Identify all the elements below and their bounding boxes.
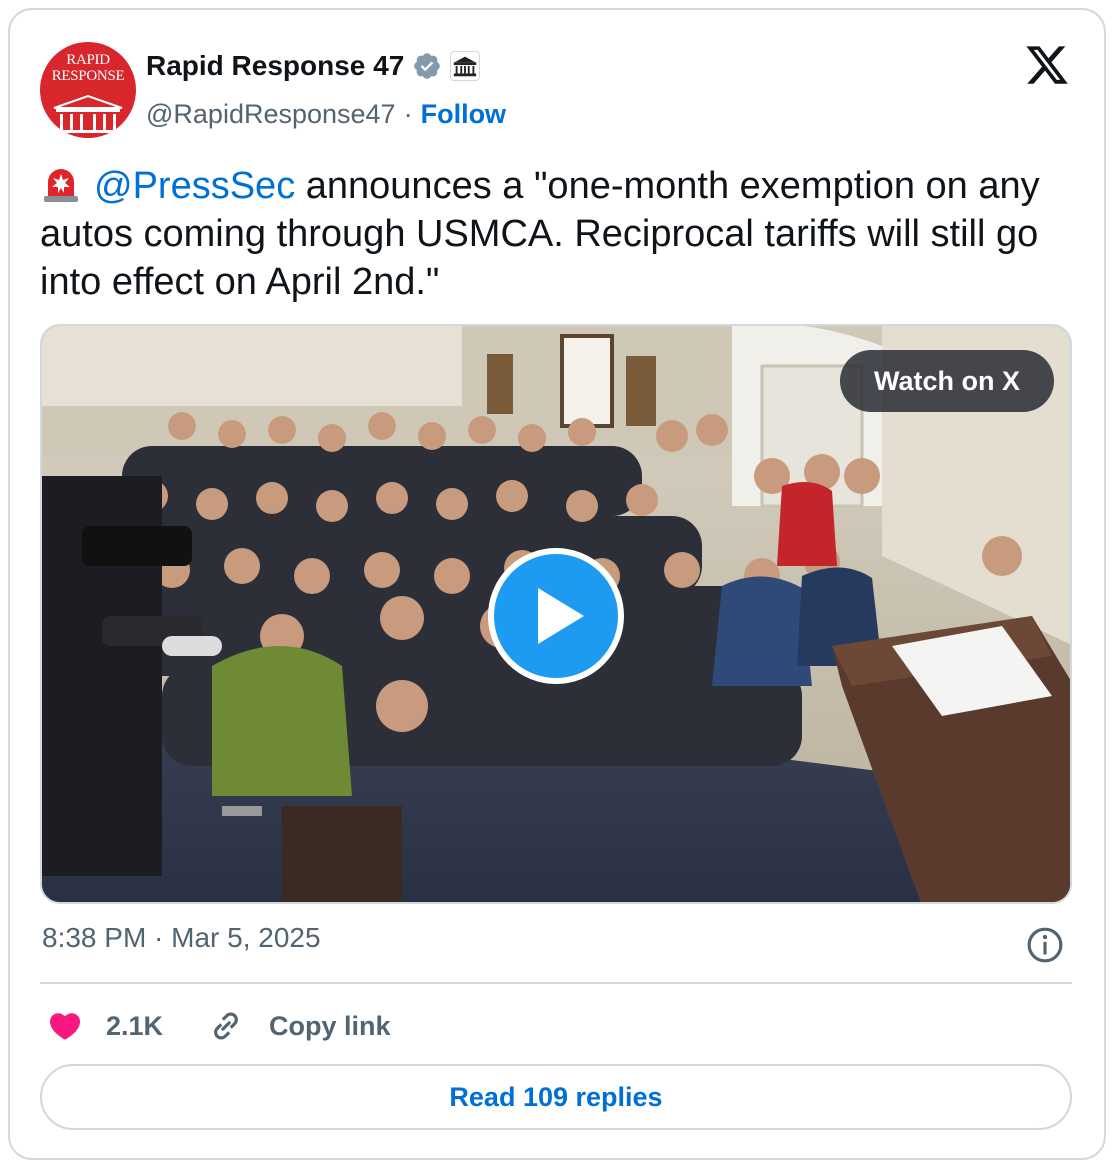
white-house-logo-icon: [52, 94, 124, 133]
handle[interactable]: @RapidResponse47: [146, 99, 396, 130]
copy-link-label: Copy link: [269, 1010, 391, 1041]
play-icon: [538, 588, 584, 644]
heart-icon: [49, 1013, 81, 1040]
video-thumbnail[interactable]: Watch on X: [40, 324, 1072, 904]
separator-dot: ·: [403, 98, 413, 129]
mention-presssec[interactable]: @PressSec: [94, 165, 295, 207]
play-button[interactable]: [488, 548, 624, 684]
like-count: 2.1K: [106, 1010, 164, 1041]
copy-link-button[interactable]: Copy link: [163, 1007, 391, 1045]
author-handle-row: @RapidResponse47 · Follow: [146, 94, 506, 134]
display-name[interactable]: Rapid Response 47: [146, 50, 404, 82]
info-icon[interactable]: [1026, 926, 1064, 964]
rotating-light-icon: [44, 169, 78, 202]
link-icon: [214, 1012, 238, 1040]
x-logo-icon[interactable]: [1024, 42, 1070, 88]
watch-on-x-button[interactable]: Watch on X: [840, 350, 1054, 412]
avatar-wordmark: RAPID RESPONSE: [51, 52, 125, 84]
tweet-text: @PressSec announces a "one-month exempti…: [40, 162, 1050, 306]
avatar[interactable]: RAPID RESPONSE: [40, 42, 136, 138]
like-button[interactable]: 2.1K: [46, 1008, 163, 1044]
tweet-card: RAPID RESPONSE Rapid Response 47 @RapidR…: [8, 8, 1106, 1160]
white-house-icon: [450, 51, 481, 81]
author-name-row: Rapid Response 47: [146, 46, 481, 86]
follow-button[interactable]: Follow: [421, 99, 506, 130]
divider: [40, 982, 1072, 984]
verified-badge-icon: [414, 53, 441, 79]
tweet-timestamp[interactable]: 8:38 PM · Mar 5, 2025: [42, 922, 321, 954]
read-replies-button[interactable]: Read 109 replies: [40, 1064, 1072, 1130]
tweet-actions: 2.1K Copy link: [46, 1006, 391, 1046]
